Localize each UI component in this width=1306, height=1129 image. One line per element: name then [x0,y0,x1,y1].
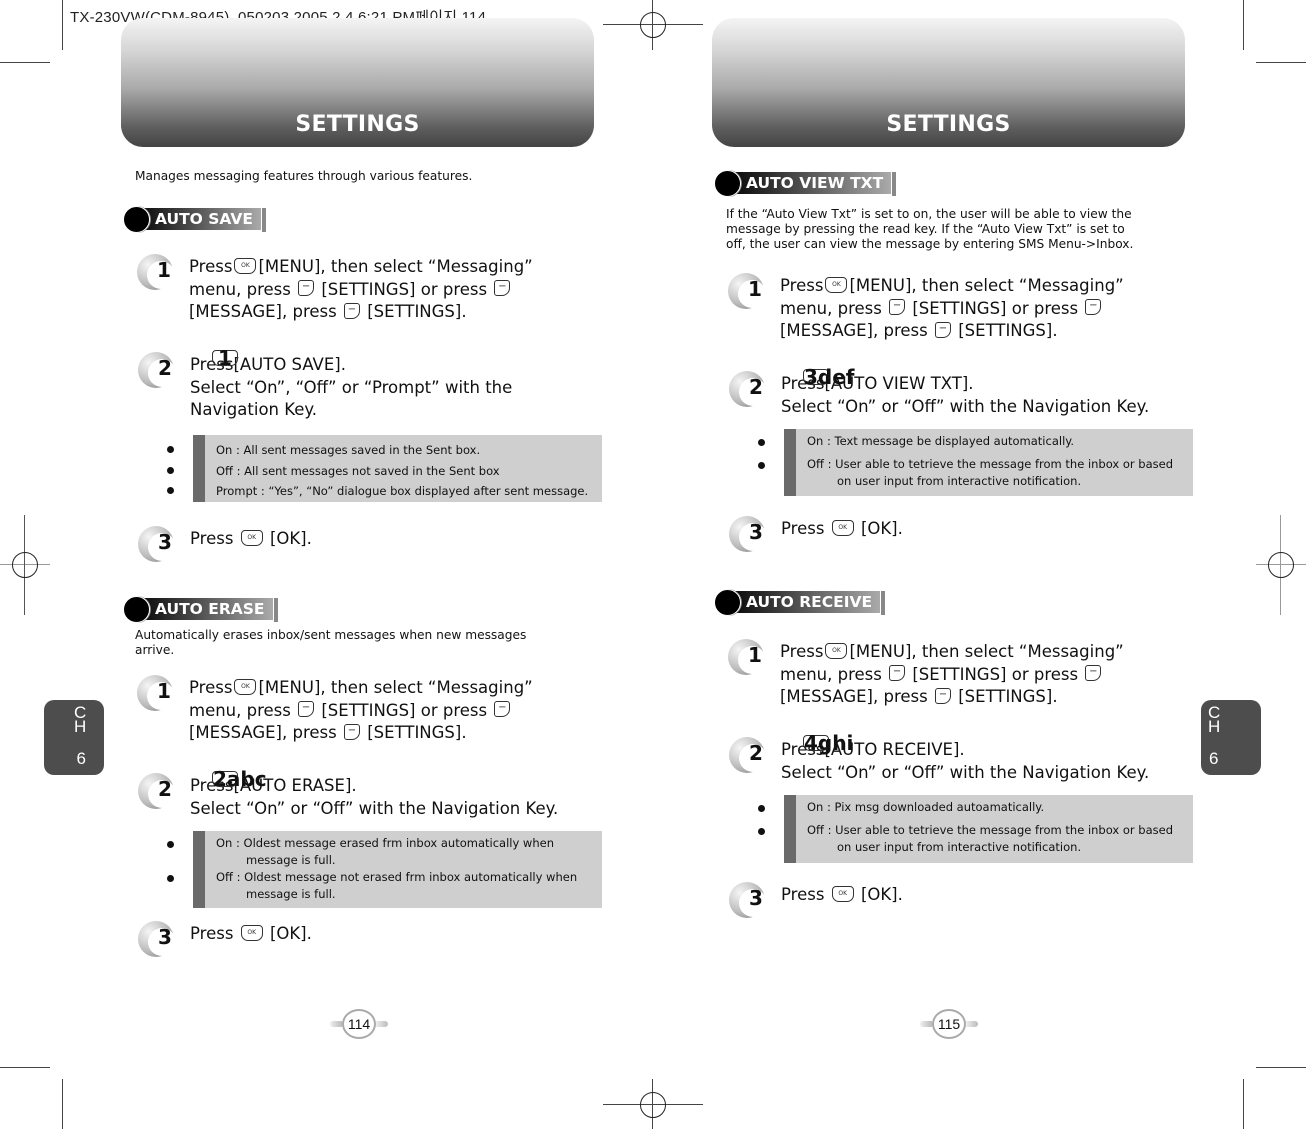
right-soft-key-icon: − [1085,299,1102,315]
crop-mark [1243,0,1244,50]
page-intro: Manages messaging features through vario… [135,169,473,183]
notes-box: On : Text message be displayed automatic… [758,429,1193,496]
notes-box: On : Oldest message erased frm inbox aut… [167,831,602,908]
ok-key-icon: OK [240,529,263,546]
registration-circle [12,552,38,578]
crop-mark [62,1079,63,1129]
registration-circle [640,12,666,38]
soft-key-icon: − [343,302,360,319]
page-number: 115 [920,1009,978,1039]
left-soft-key-icon: − [889,665,906,681]
note-item: On : All sent messages saved in the Sent… [167,440,602,461]
ok-key-icon: OK [234,257,257,274]
note-item: On : Text message be displayed automatic… [758,433,1193,450]
right-soft-key-icon: − [494,701,511,717]
note-item: Off : Oldest message not erased frm inbo… [167,869,602,903]
key-4-icon: 4ghi [803,731,854,755]
note-item: Off : All sent messages not saved in the… [167,461,602,482]
crop-mark [0,1067,50,1068]
registration-circle [1268,552,1294,578]
page-title: SETTINGS [886,112,1011,137]
note-item: On : Pix msg downloaded autoamatically. [758,799,1193,816]
notes-box: On : All sent messages saved in the Sent… [167,435,602,502]
crop-mark [62,0,63,50]
soft-key-icon: − [343,723,360,740]
bullet-circle-icon [714,170,741,197]
page-number: 114 [330,1009,388,1039]
notes-box: On : Pix msg downloaded autoamatically. … [758,795,1193,863]
crop-mark [1243,1079,1244,1129]
ok-key-icon: OK [825,276,848,293]
bullet-circle-icon [714,589,741,616]
left-soft-key-icon: − [889,299,906,315]
section-description: Automatically erases inbox/sent messages… [135,628,527,657]
chapter-tab-left: CH 6 [44,700,104,775]
bullet-circle-icon [123,206,150,233]
section-description: If the “Auto View Txt” is set to on, the… [726,207,1134,251]
left-soft-key-icon: − [298,701,315,717]
soft-key-icon: − [934,687,951,704]
left-soft-key-icon: − [298,280,315,296]
registration-circle [640,1092,666,1118]
crop-mark [1256,1067,1306,1068]
note-item: Off : User able to tetrieve the message … [758,456,1193,490]
header-banner-right: SETTINGS [712,18,1185,147]
key-2-icon: 2abc [212,767,267,791]
ok-key-icon: OK [234,678,257,695]
soft-key-icon: − [934,321,951,338]
bullet-circle-icon [123,596,150,623]
right-soft-key-icon: − [494,280,511,296]
ok-key-icon: OK [240,924,263,941]
page-title: SETTINGS [295,112,420,137]
ok-key-icon: OK [831,885,854,902]
key-3-icon: 3def [803,365,855,389]
ok-key-icon: OK [825,642,848,659]
note-item: On : Oldest message erased frm inbox aut… [167,835,602,869]
crop-mark [0,62,50,63]
right-soft-key-icon: − [1085,665,1102,681]
note-item: Prompt : “Yes”, “No” dialogue box displa… [167,481,602,502]
chapter-tab-right: CH 6 [1201,700,1261,775]
note-item: Off : User able to tetrieve the message … [758,822,1193,856]
key-1-icon: 1 [212,348,238,368]
ok-key-icon: OK [831,519,854,536]
header-banner-left: SETTINGS [121,18,594,147]
crop-mark [1256,62,1306,63]
